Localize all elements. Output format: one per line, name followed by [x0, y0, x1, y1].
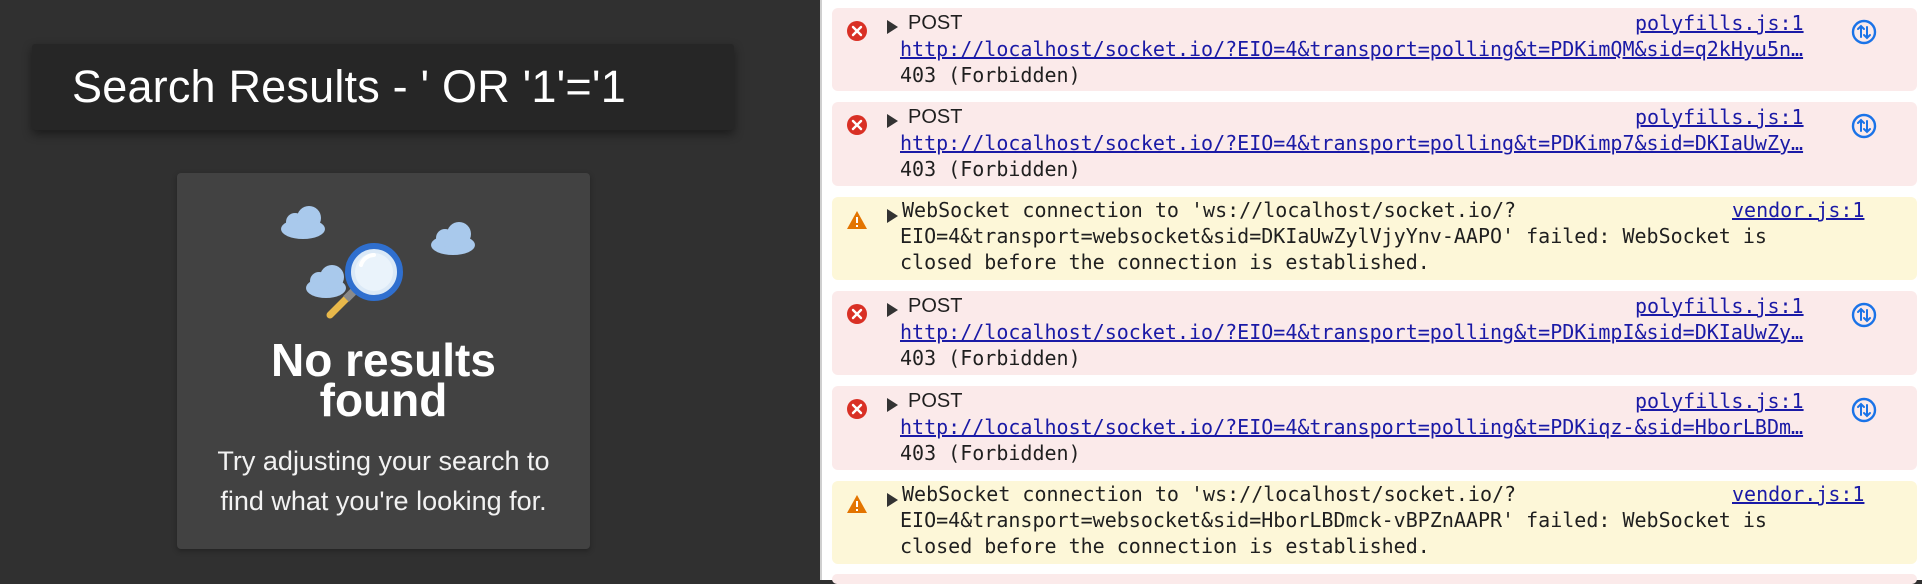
warning-line1: WebSocket connection to 'ws://localhost/…	[902, 198, 1517, 222]
source-link[interactable]: vendor.js:1	[1732, 481, 1864, 507]
console-error-entry[interactable]: POST polyfills.js:1 http://localhost/soc…	[832, 386, 1917, 470]
console-error-entry[interactable]: POST polyfills.js:1 http://localhost/soc…	[832, 8, 1917, 91]
page-title: Search Results - ' OR '1'='1	[72, 61, 626, 112]
warning-line3: closed before the connection is establis…	[900, 534, 1430, 558]
request-url-link[interactable]: http://localhost/socket.io/?EIO=4&transp…	[900, 37, 1803, 61]
expand-triangle-icon[interactable]	[887, 209, 898, 223]
app-pane: Search Results - ' OR '1'='1 No results …	[0, 0, 820, 580]
no-results-illustration	[281, 206, 475, 319]
hint-line2: find what you're looking for.	[220, 486, 547, 516]
source-link[interactable]: polyfills.js:1	[1635, 388, 1804, 414]
expand-triangle-icon[interactable]	[887, 114, 898, 128]
source-link[interactable]: vendor.js:1	[1732, 197, 1864, 223]
console-error-entry-partial[interactable]	[832, 574, 1917, 584]
warning-line3: closed before the connection is establis…	[900, 250, 1430, 274]
console-error-entry[interactable]: POST polyfills.js:1 http://localhost/soc…	[832, 102, 1917, 186]
error-icon	[847, 115, 867, 135]
warning-icon	[847, 211, 867, 229]
no-results-card: No results found Try adjusting your sear…	[177, 173, 590, 549]
cloud-icon	[281, 206, 325, 239]
status-text: 403 (Forbidden)	[900, 346, 1081, 370]
status-text: 403 (Forbidden)	[900, 441, 1081, 465]
request-method: POST	[908, 295, 963, 317]
request-url-line: http://localhost/socket.io/?EIO=4&transp…	[900, 414, 1922, 440]
expand-triangle-icon[interactable]	[887, 20, 898, 34]
no-results-heading-line2: found	[319, 374, 448, 426]
no-results-hint: Try adjusting your search to find what y…	[197, 441, 570, 521]
warning-line2: EIO=4&transport=websocket&sid=DKIaUwZylV…	[900, 224, 1767, 248]
request-method: POST	[908, 106, 963, 128]
console-warning-entry[interactable]: WebSocket connection to 'ws://localhost/…	[832, 481, 1917, 564]
cloud-icon	[306, 265, 346, 298]
request-method: POST	[908, 390, 963, 412]
source-link[interactable]: polyfills.js:1	[1635, 104, 1804, 130]
request-method: POST	[908, 12, 963, 34]
hint-line1: Try adjusting your search to	[217, 446, 550, 476]
search-title-card: Search Results - ' OR '1'='1	[32, 44, 734, 130]
source-link[interactable]: polyfills.js:1	[1635, 10, 1804, 36]
error-icon	[847, 21, 867, 41]
warning-line1: WebSocket connection to 'ws://localhost/…	[902, 482, 1517, 506]
request-url-line: http://localhost/socket.io/?EIO=4&transp…	[900, 319, 1922, 345]
request-url-link[interactable]: http://localhost/socket.io/?EIO=4&transp…	[900, 320, 1803, 344]
request-url-link[interactable]: http://localhost/socket.io/?EIO=4&transp…	[900, 415, 1803, 439]
expand-triangle-icon[interactable]	[887, 303, 898, 317]
status-text: 403 (Forbidden)	[900, 63, 1081, 87]
error-icon	[847, 304, 867, 324]
console-error-entry[interactable]: POST polyfills.js:1 http://localhost/soc…	[832, 291, 1917, 375]
expand-triangle-icon[interactable]	[887, 493, 898, 507]
no-results-heading: No results found	[177, 337, 590, 423]
error-icon	[847, 399, 867, 419]
warning-icon	[847, 495, 867, 513]
console-warning-entry[interactable]: WebSocket connection to 'ws://localhost/…	[832, 197, 1917, 280]
source-link[interactable]: polyfills.js:1	[1635, 293, 1804, 319]
expand-triangle-icon[interactable]	[887, 398, 898, 412]
cloud-icon	[431, 222, 475, 255]
devtools-console[interactable]: POST polyfills.js:1 http://localhost/soc…	[820, 0, 1922, 584]
status-text: 403 (Forbidden)	[900, 157, 1081, 181]
request-url-link[interactable]: http://localhost/socket.io/?EIO=4&transp…	[900, 131, 1803, 155]
request-url-line: http://localhost/socket.io/?EIO=4&transp…	[900, 130, 1922, 156]
request-url-line: http://localhost/socket.io/?EIO=4&transp…	[900, 36, 1922, 62]
warning-line2: EIO=4&transport=websocket&sid=HborLBDmck…	[900, 508, 1767, 532]
